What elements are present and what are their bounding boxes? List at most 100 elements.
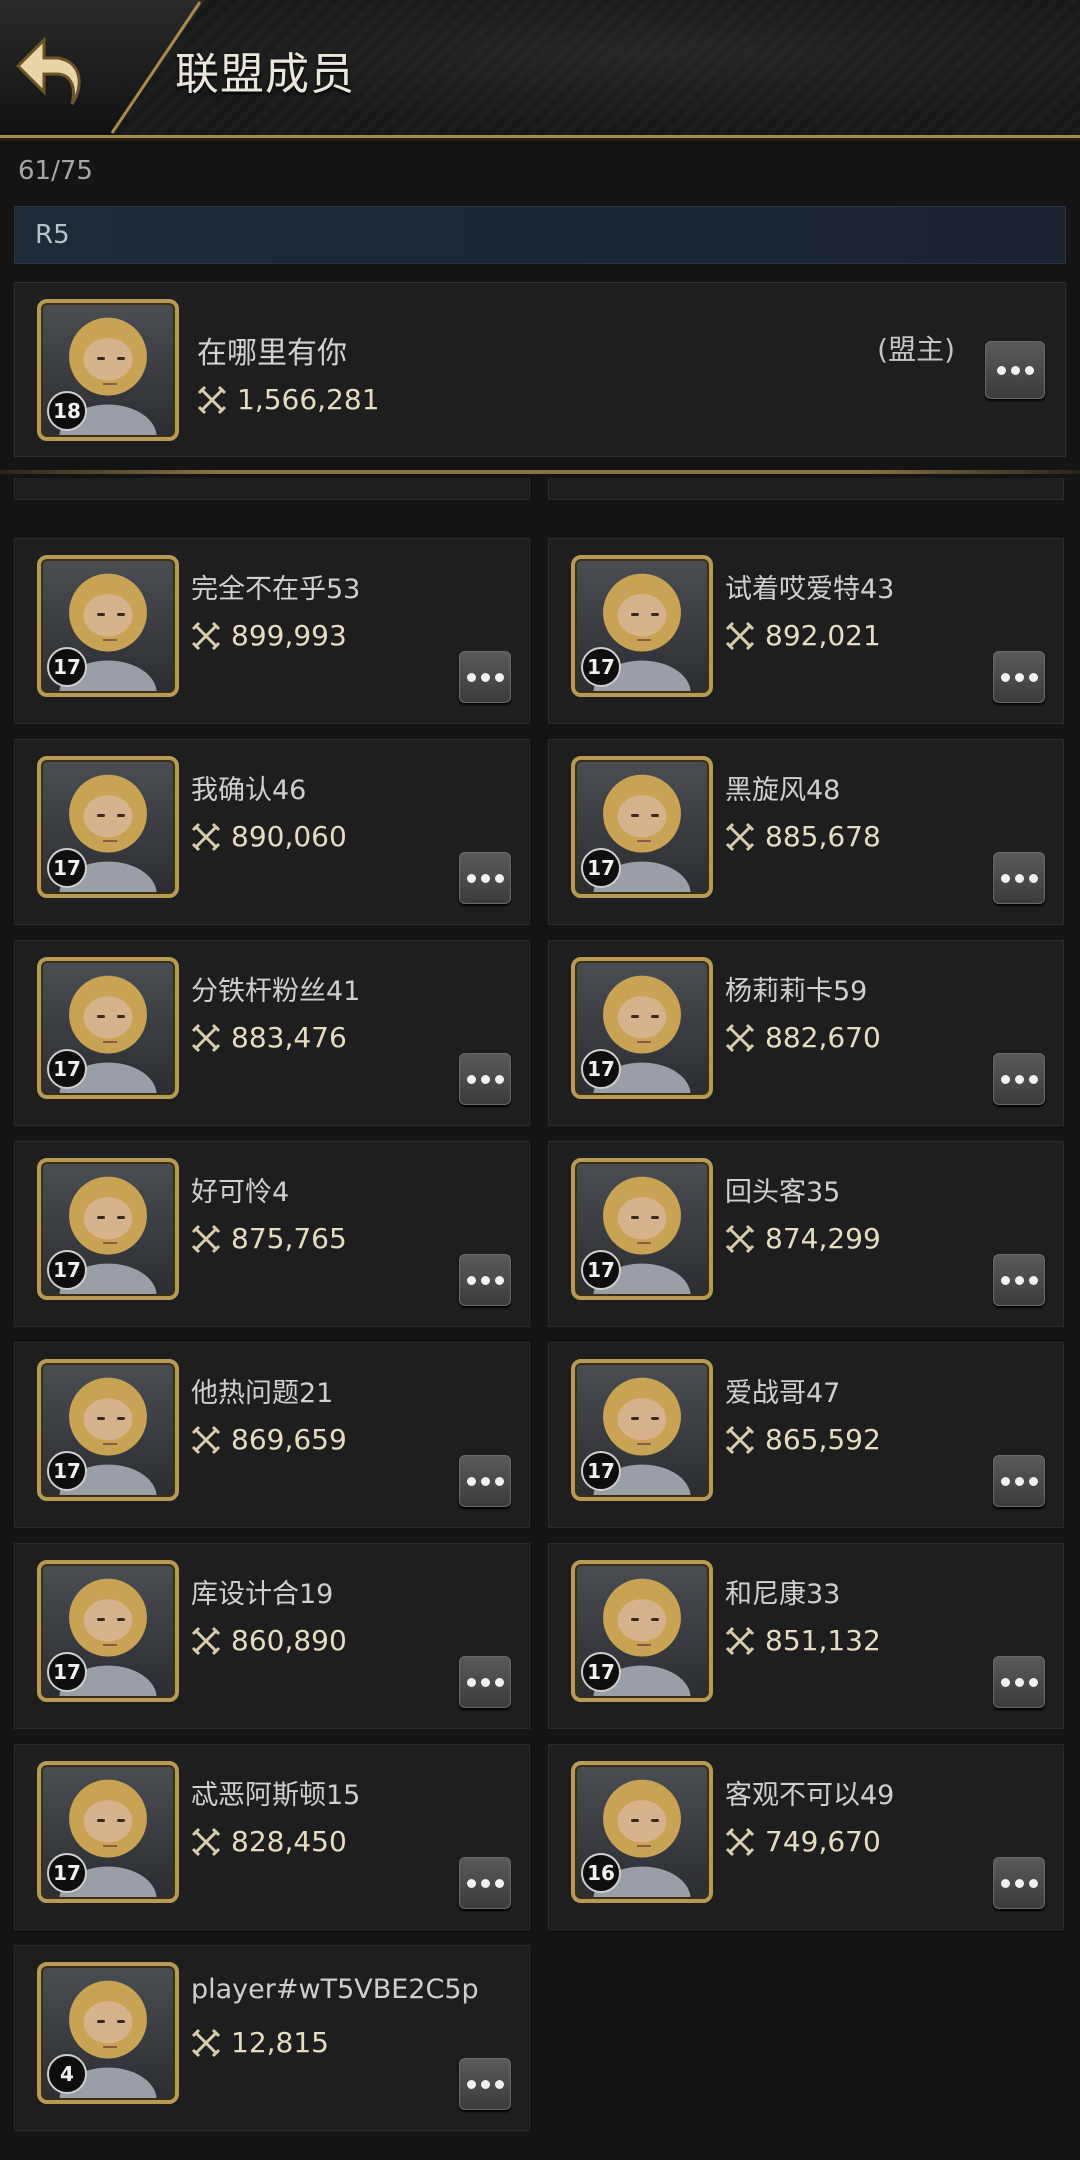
member-name: 库设计合19 bbox=[191, 1579, 334, 1610]
member-card[interactable]: 17 好可怜4 875,765 bbox=[14, 1141, 530, 1327]
member-list[interactable]: 17 完全不在乎53 899,993 17 试着哎爱特43 892,021 17… bbox=[0, 478, 1080, 2160]
power-row: 882,670 bbox=[725, 1021, 881, 1054]
level-badge: 17 bbox=[47, 647, 87, 687]
more-options-button[interactable] bbox=[459, 1254, 511, 1306]
more-options-button[interactable] bbox=[993, 1857, 1045, 1909]
avatar[interactable]: 17 bbox=[37, 957, 179, 1099]
avatar[interactable]: 17 bbox=[571, 1158, 713, 1300]
member-card[interactable]: 17 我确认46 890,060 bbox=[14, 739, 530, 925]
member-card[interactable]: 17 试着哎爱特43 892,021 bbox=[548, 538, 1064, 724]
role-label: (盟主) bbox=[877, 333, 955, 366]
avatar[interactable]: 17 bbox=[37, 756, 179, 898]
avatar[interactable]: 17 bbox=[571, 555, 713, 697]
more-options-button[interactable] bbox=[459, 2058, 511, 2110]
more-options-button[interactable] bbox=[459, 1656, 511, 1708]
member-card[interactable]: 17 爱战哥47 865,592 bbox=[548, 1342, 1064, 1528]
level-badge: 17 bbox=[47, 1652, 87, 1692]
member-name: 和尼康33 bbox=[725, 1579, 841, 1610]
avatar[interactable]: 17 bbox=[571, 1560, 713, 1702]
level-badge: 17 bbox=[47, 1853, 87, 1893]
member-card[interactable]: 16 客观不可以49 749,670 bbox=[548, 1744, 1064, 1930]
level-badge: 17 bbox=[581, 647, 621, 687]
member-card-partial[interactable] bbox=[548, 478, 1064, 500]
more-options-button[interactable] bbox=[459, 1053, 511, 1105]
power-row: 890,060 bbox=[191, 820, 347, 853]
more-options-button[interactable] bbox=[985, 341, 1045, 399]
member-card[interactable]: 17 分铁杆粉丝41 883,476 bbox=[14, 940, 530, 1126]
level-badge: 18 bbox=[47, 391, 87, 431]
power-value: 851,132 bbox=[765, 1624, 881, 1657]
level-badge: 17 bbox=[581, 1652, 621, 1692]
level-badge: 16 bbox=[581, 1853, 621, 1893]
member-card[interactable]: 17 库设计合19 860,890 bbox=[14, 1543, 530, 1729]
power-value: 828,450 bbox=[231, 1825, 347, 1858]
avatar[interactable]: 17 bbox=[571, 1359, 713, 1501]
power-row: 749,670 bbox=[725, 1825, 881, 1858]
crossed-swords-icon bbox=[191, 1224, 221, 1253]
member-name: 黑旋风48 bbox=[725, 775, 841, 806]
member-card-partial[interactable] bbox=[14, 478, 530, 500]
power-value: 885,678 bbox=[765, 820, 881, 853]
member-name: 我确认46 bbox=[191, 775, 307, 806]
power-value: 899,993 bbox=[231, 619, 347, 652]
crossed-swords-icon bbox=[725, 1224, 755, 1253]
member-card[interactable]: 17 和尼康33 851,132 bbox=[548, 1543, 1064, 1729]
crossed-swords-icon bbox=[191, 822, 221, 851]
more-options-button[interactable] bbox=[459, 651, 511, 703]
more-options-button[interactable] bbox=[993, 852, 1045, 904]
avatar[interactable]: 17 bbox=[37, 555, 179, 697]
member-card[interactable]: 17 他热问题21 869,659 bbox=[14, 1342, 530, 1528]
more-options-button[interactable] bbox=[993, 1053, 1045, 1105]
level-badge: 17 bbox=[47, 1250, 87, 1290]
crossed-swords-icon bbox=[191, 2028, 221, 2057]
avatar[interactable]: 17 bbox=[37, 1560, 179, 1702]
avatar[interactable]: 17 bbox=[37, 1761, 179, 1903]
avatar[interactable]: 17 bbox=[571, 756, 713, 898]
crossed-swords-icon bbox=[191, 1827, 221, 1856]
level-badge: 4 bbox=[47, 2054, 87, 2094]
avatar[interactable]: 4 bbox=[37, 1962, 179, 2104]
power-value: 749,670 bbox=[765, 1825, 881, 1858]
power-row: 865,592 bbox=[725, 1423, 881, 1456]
rank-section-header[interactable]: R5 bbox=[14, 206, 1066, 264]
member-card[interactable]: 17 完全不在乎53 899,993 bbox=[14, 538, 530, 724]
more-options-button[interactable] bbox=[993, 1254, 1045, 1306]
section-divider bbox=[0, 470, 1080, 474]
avatar[interactable]: 17 bbox=[37, 1359, 179, 1501]
more-options-button[interactable] bbox=[993, 651, 1045, 703]
power-value: 883,476 bbox=[231, 1021, 347, 1054]
more-options-button[interactable] bbox=[459, 1455, 511, 1507]
more-options-button[interactable] bbox=[993, 1455, 1045, 1507]
power-row: 869,659 bbox=[191, 1423, 347, 1456]
avatar[interactable]: 17 bbox=[571, 957, 713, 1099]
member-card[interactable]: 17 回头客35 874,299 bbox=[548, 1141, 1064, 1327]
power-row: 1,566,281 bbox=[197, 383, 380, 416]
more-options-button[interactable] bbox=[459, 1857, 511, 1909]
crossed-swords-icon bbox=[197, 385, 227, 414]
avatar[interactable]: 16 bbox=[571, 1761, 713, 1903]
power-row: 874,299 bbox=[725, 1222, 881, 1255]
member-card[interactable]: 17 黑旋风48 885,678 bbox=[548, 739, 1064, 925]
member-card[interactable]: 17 杨莉莉卡59 882,670 bbox=[548, 940, 1064, 1126]
back-arrow-icon[interactable] bbox=[14, 26, 94, 110]
more-options-button[interactable] bbox=[459, 852, 511, 904]
member-card[interactable]: 4 player#wT5VBE2C5p 12,815 bbox=[14, 1945, 530, 2131]
crossed-swords-icon bbox=[191, 1023, 221, 1052]
level-badge: 17 bbox=[581, 1451, 621, 1491]
power-value: 1,566,281 bbox=[237, 383, 380, 416]
avatar[interactable]: 17 bbox=[37, 1158, 179, 1300]
power-row: 12,815 bbox=[191, 2026, 329, 2059]
member-count: 61/75 bbox=[18, 156, 93, 186]
power-row: 892,021 bbox=[725, 619, 881, 652]
level-badge: 17 bbox=[581, 1049, 621, 1089]
member-name: 完全不在乎53 bbox=[191, 574, 361, 605]
page-title: 联盟成员 bbox=[175, 49, 355, 100]
member-card[interactable]: 17 忒恶阿斯顿15 828,450 bbox=[14, 1744, 530, 1930]
avatar[interactable]: 18 bbox=[37, 299, 179, 441]
member-name: 忒恶阿斯顿15 bbox=[191, 1780, 361, 1811]
crossed-swords-icon bbox=[725, 1827, 755, 1856]
leader-card[interactable]: 18 在哪里有你 (盟主) 1,566,281 bbox=[14, 282, 1066, 457]
level-badge: 17 bbox=[581, 1250, 621, 1290]
more-options-button[interactable] bbox=[993, 1656, 1045, 1708]
crossed-swords-icon bbox=[725, 822, 755, 851]
